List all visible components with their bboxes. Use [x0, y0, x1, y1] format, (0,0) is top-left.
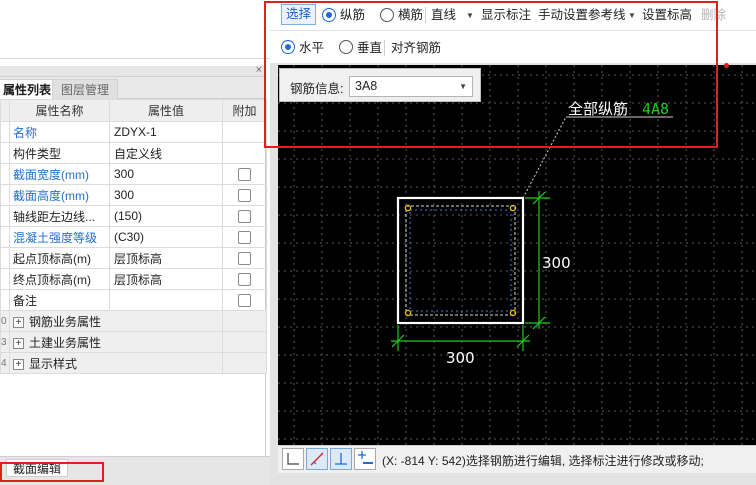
row-index [0, 226, 10, 248]
red-marker-dot [724, 63, 729, 68]
group-index: 3 [0, 331, 10, 353]
group-row-rebar[interactable]: 0 + 钢筋业务属性 [0, 310, 267, 332]
row-index [0, 205, 10, 227]
extra-checkbox[interactable] [238, 231, 251, 245]
expand-icon[interactable]: + [13, 316, 24, 328]
extra-cell [222, 268, 267, 290]
row-index [0, 163, 10, 185]
extra-checkbox[interactable] [238, 210, 251, 224]
extra-cell [222, 163, 267, 185]
status-bar: (X: -814 Y: 542)选择钢筋进行编辑, 选择标注进行修改或移动; [278, 445, 756, 473]
attr-value[interactable]: (C30) [109, 226, 223, 248]
table-row[interactable]: 起点顶标高(m) 层顶标高 [0, 247, 267, 269]
dim-height-label[interactable]: 300 [542, 254, 571, 272]
red-highlight-toolbar [264, 1, 718, 148]
group-row-civil[interactable]: 3 + 土建业务属性 [0, 331, 267, 353]
extra-checkbox[interactable] [238, 273, 251, 287]
attr-value[interactable]: 层顶标高 [109, 268, 223, 290]
row-index [0, 247, 10, 269]
extra-checkbox[interactable] [238, 294, 251, 308]
red-highlight-bottom [0, 462, 104, 482]
table-row[interactable]: 备注 [0, 289, 267, 311]
group-name: 钢筋业务属性 [29, 314, 102, 329]
table-row[interactable]: 截面宽度(mm) 300 [0, 163, 267, 185]
extra-cell [222, 142, 267, 164]
row-index [0, 184, 10, 206]
expand-icon[interactable]: + [13, 358, 24, 370]
group-index: 4 [0, 352, 10, 374]
property-panel: × 属性列表 图层管理 属性名称 属性值 附加 名称 ZDYX-1 构件类型 自… [0, 64, 267, 456]
section-outline[interactable] [396, 196, 525, 325]
group-label: + 显示样式 [9, 352, 223, 374]
panel-tabs: 属性列表 图层管理 [0, 77, 266, 99]
add-dimension-icon[interactable] [354, 448, 376, 470]
table-row[interactable]: 名称 ZDYX-1 [0, 121, 267, 143]
attr-value[interactable]: 层顶标高 [109, 247, 223, 269]
attr-value[interactable]: 自定义线 [109, 142, 223, 164]
group-row-display[interactable]: 4 + 显示样式 [0, 352, 267, 374]
header-extra: 附加 [222, 99, 267, 122]
row-index [0, 289, 10, 311]
row-index [0, 142, 10, 164]
row-index [0, 121, 10, 143]
group-label: + 钢筋业务属性 [9, 310, 223, 332]
diagonal-snap-icon[interactable] [306, 448, 328, 470]
table-row[interactable]: 终点顶标高(m) 层顶标高 [0, 268, 267, 290]
attr-name: 名称 [9, 121, 110, 143]
table-row[interactable]: 截面高度(mm) 300 [0, 184, 267, 206]
extra-cell [222, 121, 267, 143]
attr-name: 轴线距左边线... [9, 205, 110, 227]
attr-value[interactable] [109, 289, 223, 311]
row-index [0, 268, 10, 290]
attr-name: 构件类型 [9, 142, 110, 164]
attr-name: 备注 [9, 289, 110, 311]
expand-icon[interactable]: + [13, 337, 24, 349]
stirrup-inner [409, 209, 512, 312]
extra-cell [222, 205, 267, 227]
extra-checkbox[interactable] [238, 189, 251, 203]
dimension-horizontal[interactable] [391, 325, 530, 351]
table-header-row: 属性名称 属性值 附加 [0, 99, 267, 122]
group-name: 土建业务属性 [29, 335, 102, 350]
group-extra [222, 310, 267, 332]
extra-cell [222, 184, 267, 206]
tab-layer-management[interactable]: 图层管理 [52, 79, 119, 99]
extra-cell [222, 226, 267, 248]
attr-name: 终点顶标高(m) [9, 268, 110, 290]
left-blank-area [0, 0, 270, 66]
attr-value[interactable]: 300 [109, 184, 223, 206]
extra-checkbox[interactable] [238, 252, 251, 266]
group-extra [222, 352, 267, 374]
tab-attribute-list[interactable]: 属性列表 [0, 79, 61, 99]
close-icon[interactable]: × [256, 64, 262, 77]
attr-name: 混凝土强度等级 [9, 226, 110, 248]
status-text: (X: -814 Y: 542)选择钢筋进行编辑, 选择标注进行修改或移动; [382, 454, 704, 468]
table-row[interactable]: 构件类型 自定义线 [0, 142, 267, 164]
group-index: 0 [0, 310, 10, 332]
attr-name: 截面宽度(mm) [9, 163, 110, 185]
panel-header-strip: × [0, 64, 266, 77]
table-row[interactable]: 轴线距左边线... (150) [0, 205, 267, 227]
ortho-mode-icon[interactable] [282, 448, 304, 470]
header-attr-value: 属性值 [109, 99, 223, 122]
attr-name: 起点顶标高(m) [9, 247, 110, 269]
attr-name: 截面高度(mm) [9, 184, 110, 206]
extra-cell [222, 289, 267, 311]
group-name: 显示样式 [29, 356, 78, 371]
extra-checkbox[interactable] [238, 168, 251, 182]
property-table: 属性名称 属性值 附加 名称 ZDYX-1 构件类型 自定义线 截面宽度(mm) [0, 99, 267, 374]
group-extra [222, 331, 267, 353]
perpendicular-snap-icon[interactable] [330, 448, 352, 470]
attr-value[interactable]: (150) [109, 205, 223, 227]
table-row[interactable]: 混凝土强度等级 (C30) [0, 226, 267, 248]
extra-cell [222, 247, 267, 269]
dim-width-label[interactable]: 300 [446, 349, 475, 367]
header-attr-name: 属性名称 [9, 99, 110, 122]
header-index [0, 99, 10, 122]
attr-value[interactable]: 300 [109, 163, 223, 185]
group-label: + 土建业务属性 [9, 331, 223, 353]
attr-value[interactable]: ZDYX-1 [109, 121, 223, 143]
